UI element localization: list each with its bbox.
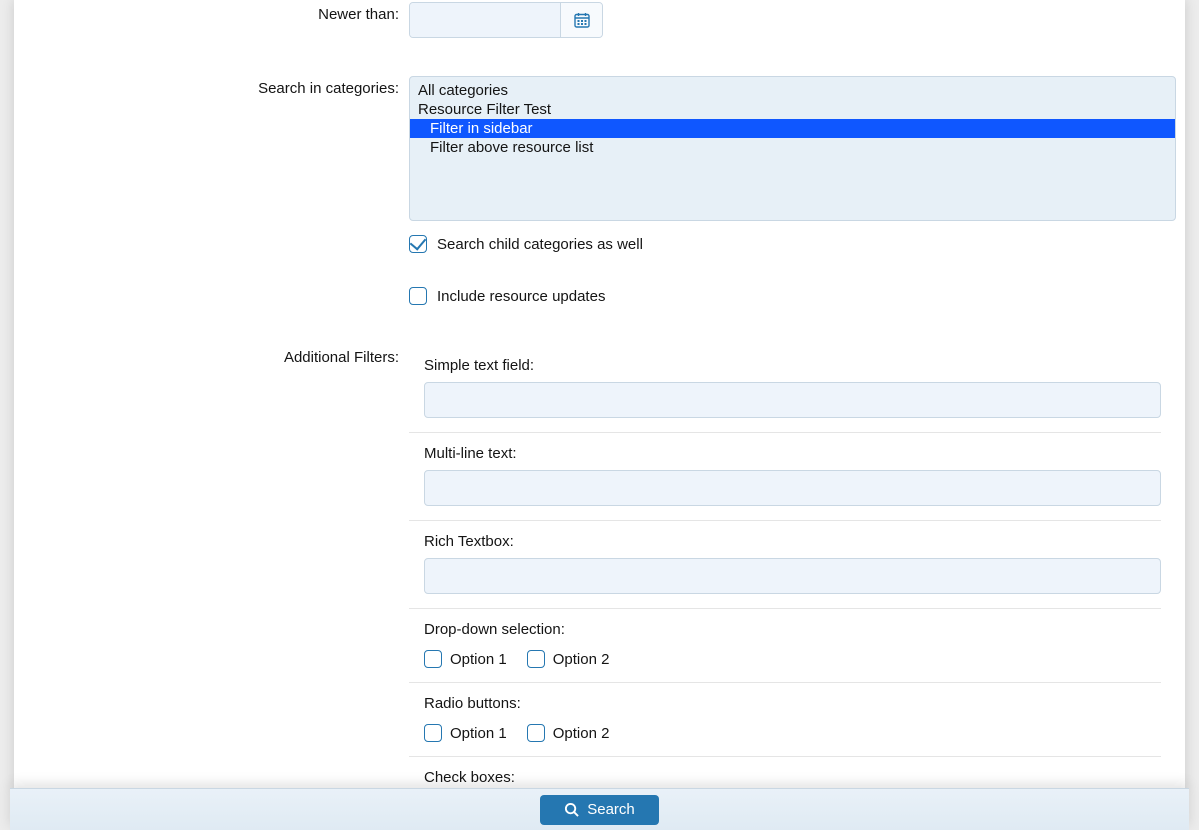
multiline-text-input[interactable] — [424, 470, 1161, 506]
child-categories-label: Search child categories as well — [437, 236, 643, 253]
additional-filters-label: Additional Filters: — [284, 349, 399, 366]
search-form-panel: Newer than: — [14, 0, 1185, 788]
dropdown-option-label: Option 1 — [450, 651, 507, 668]
dropdown-label: Drop-down selection: — [424, 621, 1161, 638]
dropdown-checkbox[interactable] — [424, 650, 442, 668]
simple-text-label: Simple text field: — [424, 357, 1161, 374]
include-updates-label: Include resource updates — [437, 288, 605, 305]
dropdown-option-label: Option 2 — [553, 651, 610, 668]
radio-label: Radio buttons: — [424, 695, 1161, 712]
bottom-action-bar: Search — [10, 788, 1189, 830]
category-option[interactable]: All categories — [410, 81, 1175, 100]
category-option[interactable]: Filter above resource list — [410, 138, 1175, 157]
categories-label: Search in categories: — [258, 80, 399, 97]
radio-checkbox[interactable] — [527, 724, 545, 742]
search-icon — [564, 802, 579, 817]
newer-than-input[interactable] — [410, 3, 560, 37]
simple-text-input[interactable] — [424, 382, 1161, 418]
radio-checkbox[interactable] — [424, 724, 442, 742]
calendar-button[interactable] — [560, 3, 602, 37]
category-option[interactable]: Resource Filter Test — [410, 100, 1175, 119]
child-categories-checkbox[interactable] — [409, 235, 427, 253]
checkboxes-label: Check boxes: — [424, 769, 1161, 786]
categories-listbox[interactable]: All categoriesResource Filter TestFilter… — [409, 76, 1176, 221]
include-updates-row[interactable]: Include resource updates — [409, 283, 1176, 309]
rich-text-label: Rich Textbox: — [424, 533, 1161, 550]
rich-text-input[interactable] — [424, 558, 1161, 594]
dropdown-option[interactable]: Option 1 — [424, 650, 507, 668]
radio-option-label: Option 2 — [553, 725, 610, 742]
newer-than-label: Newer than: — [318, 6, 399, 23]
radio-option[interactable]: Option 2 — [527, 724, 610, 742]
category-option[interactable]: Filter in sidebar — [410, 119, 1175, 138]
dropdown-checkbox[interactable] — [527, 650, 545, 668]
radio-option-label: Option 1 — [450, 725, 507, 742]
dropdown-option[interactable]: Option 2 — [527, 650, 610, 668]
calendar-icon — [574, 12, 590, 28]
include-updates-checkbox[interactable] — [409, 287, 427, 305]
search-button-label: Search — [587, 801, 635, 818]
radio-option[interactable]: Option 1 — [424, 724, 507, 742]
search-button[interactable]: Search — [540, 795, 659, 825]
multiline-text-label: Multi-line text: — [424, 445, 1161, 462]
child-categories-row[interactable]: Search child categories as well — [409, 231, 1176, 257]
